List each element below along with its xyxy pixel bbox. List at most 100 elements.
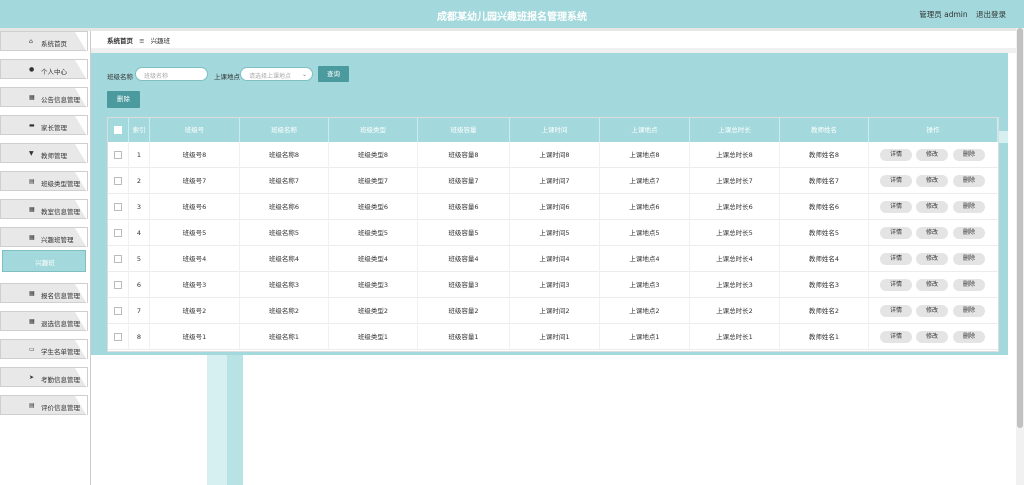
table-cell: 班级号4	[150, 246, 240, 272]
trophy-icon: ▼	[29, 150, 34, 157]
user-area: 管理员 admin 退出登录	[913, 9, 1006, 20]
table-cell: 上课总时长1	[690, 324, 780, 350]
breadcrumb-home[interactable]: 系统首页	[107, 37, 133, 45]
sidebar-item[interactable]: ▦ 公告信息管理	[0, 87, 88, 108]
row-checkbox[interactable]	[114, 255, 122, 263]
delete-row-button[interactable]: 删除	[953, 305, 985, 317]
table-row: 1 班级号8 班级名称8 班级类型8 班级容量8 上课时间8 上课地点8 上课总时长8 教师姓名…	[108, 142, 998, 168]
edit-button[interactable]: 修改	[916, 201, 948, 213]
table-cell: 上课时间6	[510, 194, 600, 220]
table-cell: 班级类型7	[329, 168, 418, 194]
table-cell: 4	[129, 220, 150, 246]
table-cell: 上课地点6	[600, 194, 690, 220]
sidebar-item[interactable]: ▦ 报名信息管理	[0, 283, 88, 304]
detail-button[interactable]: 详情	[880, 201, 912, 213]
detail-button[interactable]: 详情	[880, 175, 912, 187]
row-checkbox-cell	[108, 298, 129, 324]
sidebar-subitem-label: 兴趣班	[35, 259, 55, 267]
detail-button[interactable]: 详情	[880, 305, 912, 317]
edit-button[interactable]: 修改	[916, 279, 948, 291]
row-checkbox-cell	[108, 220, 129, 246]
table-cell: 教师姓名6	[780, 194, 869, 220]
location-select[interactable]: 请选择上课地点 ⌄	[240, 67, 313, 81]
row-checkbox[interactable]	[114, 177, 122, 185]
edit-button[interactable]: 修改	[916, 331, 948, 343]
logout-link[interactable]: 退出登录	[976, 10, 1006, 19]
table-cell: 上课总时长3	[690, 272, 780, 298]
sidebar-item[interactable]: ▦ 兴趣班管理	[0, 227, 88, 248]
sidebar-item[interactable]: ▤ 评价信息管理	[0, 395, 88, 416]
class-name-placeholder: 班级名称	[144, 73, 169, 80]
delete-row-button[interactable]: 删除	[953, 227, 985, 239]
sidebar-item[interactable]: ● 个人中心	[0, 59, 88, 80]
detail-button[interactable]: 详情	[880, 253, 912, 265]
class-name-input[interactable]: 班级名称	[135, 67, 208, 81]
sidebar-item-label: 教师管理	[41, 152, 67, 160]
table-cell: 上课地点7	[600, 168, 690, 194]
detail-button[interactable]: 详情	[880, 227, 912, 239]
card-icon: ▭	[29, 346, 35, 353]
sidebar-item[interactable]: ▭ 学生名单管理	[0, 339, 88, 360]
row-checkbox[interactable]	[114, 203, 122, 211]
table-cell: 上课总时长4	[690, 246, 780, 272]
table-cell: 班级名称5	[240, 220, 329, 246]
edit-button[interactable]: 修改	[916, 253, 948, 265]
sidebar-item[interactable]: ▦ 教室信息管理	[0, 199, 88, 220]
send-icon: ➤	[29, 374, 35, 381]
table-cell: 上课时间1	[510, 324, 600, 350]
detail-button[interactable]: 详情	[880, 331, 912, 343]
detail-button[interactable]: 详情	[880, 149, 912, 161]
sidebar-item[interactable]: ➤ 考勤信息管理	[0, 367, 88, 388]
sidebar-item[interactable]: ⌂ 系统首页	[0, 31, 88, 52]
delete-row-button[interactable]: 删除	[953, 201, 985, 213]
table-cell: 班级类型8	[329, 142, 418, 168]
table-cell: 上课地点4	[600, 246, 690, 272]
table-cell: 上课时间4	[510, 246, 600, 272]
fold-corner	[75, 396, 87, 416]
row-checkbox[interactable]	[114, 333, 122, 341]
row-checkbox[interactable]	[114, 151, 122, 159]
chevron-down-icon: ⌄	[301, 71, 307, 78]
delete-button[interactable]: 删除	[107, 91, 140, 108]
row-checkbox[interactable]	[114, 307, 122, 315]
column-header: 班级名称	[240, 118, 329, 142]
class-name-label: 班级名称	[107, 73, 133, 81]
detail-button[interactable]: 详情	[880, 279, 912, 291]
table-cell: 上课总时长7	[690, 168, 780, 194]
delete-row-button[interactable]: 删除	[953, 331, 985, 343]
delete-row-button[interactable]: 删除	[953, 175, 985, 187]
scrollbar-thumb[interactable]	[1017, 28, 1023, 428]
delete-row-button[interactable]: 删除	[953, 149, 985, 161]
top-bar: 成都某幼儿园兴趣班报名管理系统 管理员 admin 退出登录	[0, 0, 1024, 28]
row-checkbox-cell	[108, 246, 129, 272]
sidebar-item[interactable]: ▦ 退选信息管理	[0, 311, 88, 332]
edit-button[interactable]: 修改	[916, 227, 948, 239]
sidebar-item[interactable]: ▼ 教师管理	[0, 143, 88, 164]
grid-icon: ▦	[29, 206, 35, 213]
fold-corner	[75, 88, 87, 108]
user-icon: ●	[29, 66, 35, 73]
delete-row-button[interactable]: 删除	[953, 253, 985, 265]
table-cell: 班级号3	[150, 272, 240, 298]
select-all-checkbox-cell	[108, 118, 129, 142]
table-cell: 上课总时长2	[690, 298, 780, 324]
edit-button[interactable]: 修改	[916, 175, 948, 187]
sidebar-item[interactable]: ▤ 班级类型管理	[0, 171, 88, 192]
delete-row-button[interactable]: 删除	[953, 279, 985, 291]
table-row: 2 班级号7 班级名称7 班级类型7 班级容量7 上课时间7 上课地点7 上课总时长7 教师姓名…	[108, 168, 998, 194]
table-row: 3 班级号6 班级名称6 班级类型6 班级容量6 上课时间6 上课地点6 上课总时长6 教师姓名…	[108, 194, 998, 220]
table-header: 索引 班级号 班级名称 班级类型 班级容量 上课时间 上课地点 上课总时长 教师姓名 操作	[108, 118, 998, 142]
scrollbar[interactable]	[1016, 28, 1024, 485]
row-checkbox[interactable]	[114, 229, 122, 237]
edit-button[interactable]: 修改	[916, 149, 948, 161]
sidebar-subitem-interest-class[interactable]: 兴趣班	[2, 250, 86, 272]
row-checkbox[interactable]	[114, 281, 122, 289]
edit-button[interactable]: 修改	[916, 305, 948, 317]
table-cell: 班级容量7	[418, 168, 510, 194]
table-cell: 上课地点3	[600, 272, 690, 298]
sidebar-item-label: 家长管理	[41, 124, 67, 132]
select-all-checkbox[interactable]	[114, 126, 122, 134]
sidebar-item[interactable]: ▬ 家长管理	[0, 115, 88, 136]
query-button[interactable]: 查询	[318, 66, 349, 82]
table-cell: 班级容量2	[418, 298, 510, 324]
